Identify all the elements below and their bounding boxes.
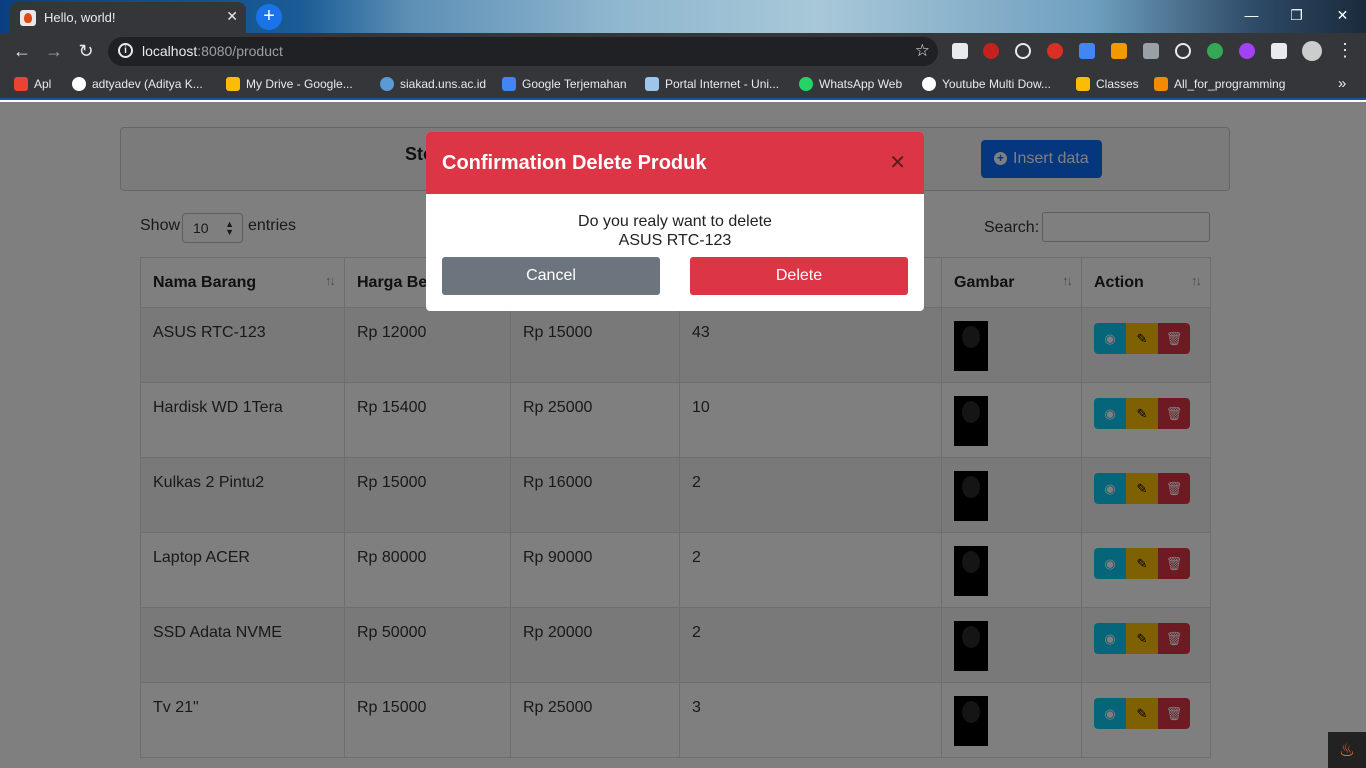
bookmark-whatsapp[interactable]: WhatsApp Web	[799, 77, 902, 91]
codeigniter-toolbar-icon[interactable]: ♨	[1328, 732, 1366, 768]
cancel-button[interactable]: Cancel	[442, 257, 660, 295]
bookmark-github[interactable]: adtyadev (Aditya K...	[72, 77, 203, 91]
tab-title: Hello, world!	[44, 10, 116, 25]
classroom-icon	[1076, 77, 1090, 91]
react-extension-icon[interactable]	[1015, 43, 1031, 59]
tab-close-icon[interactable]: ✕	[226, 8, 238, 25]
portal-icon	[645, 77, 659, 91]
bookmark-drive[interactable]: My Drive - Google...	[226, 77, 353, 91]
extensions-puzzle-icon[interactable]	[1271, 43, 1287, 59]
document-extension-icon[interactable]	[952, 43, 968, 59]
github-icon	[72, 77, 86, 91]
site-info-icon[interactable]: i	[118, 43, 133, 58]
modal-header: Confirmation Delete Produk ✕	[426, 132, 924, 194]
bookmark-star-icon[interactable]: ☆	[915, 41, 930, 61]
music-extension-icon[interactable]	[1239, 43, 1255, 59]
browser-tab[interactable]: Hello, world! ✕	[10, 2, 246, 33]
globe-extension-icon[interactable]	[1207, 43, 1223, 59]
audio-extension-icon[interactable]	[1111, 43, 1127, 59]
modal-message-line: Do you realy want to delete	[578, 213, 772, 230]
delete-extension-icon[interactable]	[1047, 43, 1063, 59]
bookmark-portal[interactable]: Portal Internet - Uni...	[645, 77, 779, 91]
back-arrow-icon[interactable]: ←	[11, 41, 33, 63]
modal-title: Confirmation Delete Produk	[442, 152, 707, 174]
profile-avatar[interactable]	[1302, 41, 1322, 61]
forward-arrow-icon[interactable]: →	[43, 41, 65, 63]
bookmark-classes[interactable]: Classes	[1076, 77, 1139, 91]
drive-icon	[226, 77, 240, 91]
new-tab-button[interactable]: +	[256, 4, 282, 30]
browser-toolbar: ← → ↻ i localhost:8080/product ☆ ⋮	[0, 33, 1366, 70]
adblock-extension-icon[interactable]	[983, 43, 999, 59]
whatsapp-icon	[799, 77, 813, 91]
siakad-icon	[380, 77, 394, 91]
translate-icon	[502, 77, 516, 91]
browser-titlebar: Hello, world! ✕ + — ❐ ✕	[0, 0, 1366, 33]
reload-icon[interactable]: ↻	[75, 41, 97, 63]
apps-grid-icon	[14, 77, 28, 91]
bookmark-translate[interactable]: Google Terjemahan	[502, 77, 627, 91]
sync-extension-icon[interactable]	[1175, 43, 1191, 59]
menu-kebab-icon[interactable]: ⋮	[1334, 40, 1356, 62]
blogger-icon	[1154, 77, 1168, 91]
modal-item-name: ASUS RTC-123	[618, 232, 732, 249]
maximize-button[interactable]: ❐	[1274, 0, 1319, 30]
url-text[interactable]: localhost:8080/product	[142, 43, 283, 59]
drive-extension-icon[interactable]	[1143, 43, 1159, 59]
modal-close-icon[interactable]: ✕	[889, 150, 906, 175]
modal-message: Do you realy want to delete ASUS RTC-123	[426, 212, 924, 250]
codeigniter-favicon-icon	[20, 10, 36, 26]
bookmark-programming[interactable]: All_for_programming	[1154, 77, 1285, 91]
translate-extension-icon[interactable]	[1079, 43, 1095, 59]
delete-confirm-modal: Confirmation Delete Produk ✕ Do you real…	[426, 132, 924, 311]
bookmark-siakad[interactable]: siakad.uns.ac.id	[380, 77, 486, 91]
globe-icon	[922, 77, 936, 91]
bookmarks-more[interactable]: »	[1338, 75, 1346, 92]
delete-button[interactable]: Delete	[690, 257, 908, 295]
address-bar[interactable]: i localhost:8080/product ☆	[108, 37, 938, 66]
bookmark-apps[interactable]: Apl	[14, 77, 51, 91]
bookmarks-bar: Apl adtyadev (Aditya K... My Drive - Goo…	[0, 70, 1366, 100]
window-close-button[interactable]: ✕	[1320, 0, 1365, 30]
bookmark-youtube[interactable]: Youtube Multi Dow...	[922, 77, 1051, 91]
minimize-button[interactable]: —	[1229, 0, 1274, 30]
